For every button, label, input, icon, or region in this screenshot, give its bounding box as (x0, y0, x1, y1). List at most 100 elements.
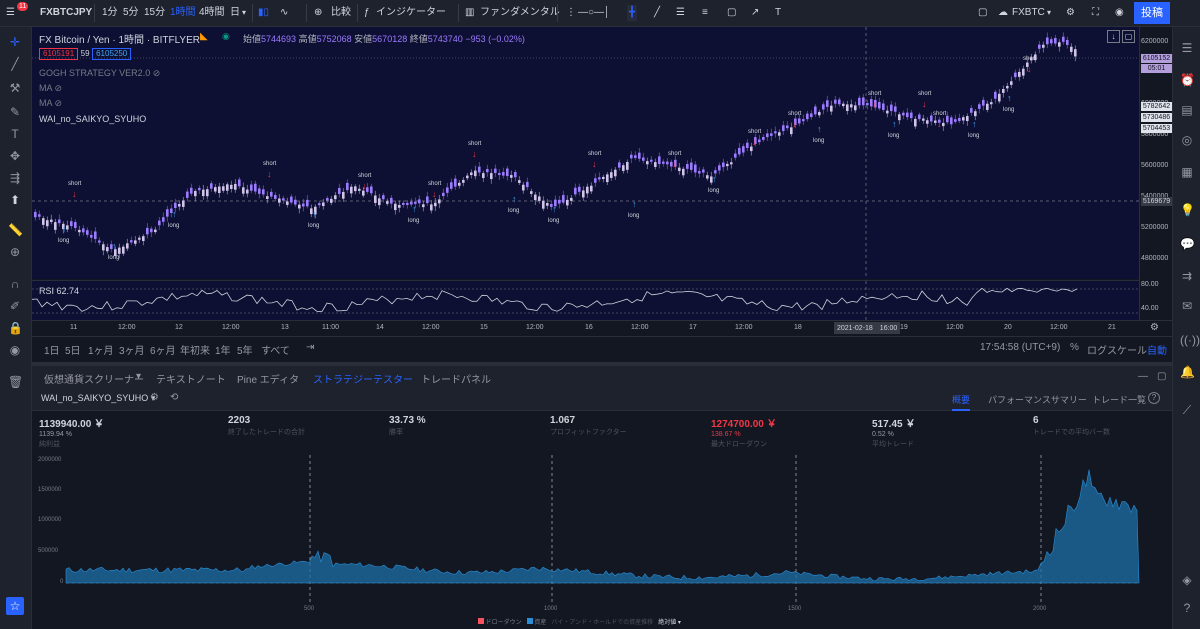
range-1y[interactable]: 1年 (215, 342, 231, 357)
interval-1m[interactable]: 1分 (102, 5, 118, 21)
equity-chart[interactable]: 2000000 1500000 1000000 500000 0 500 100… (32, 455, 1172, 629)
flag-icon[interactable]: ◣ (200, 31, 208, 42)
maximize-icon[interactable]: ▢ (1157, 371, 1166, 382)
compare-button[interactable]: 比較 (331, 5, 351, 21)
maximize-icon[interactable]: ▢ (1122, 30, 1135, 43)
indicator-gogh[interactable]: GOGH STRATEGY VER2.0 ⊘ (39, 68, 160, 79)
strategy-select[interactable]: WAI_no_SAIKYO_SYUHO ▾ (41, 393, 155, 404)
alerts-icon[interactable]: ⏰ (1180, 73, 1195, 87)
drag-handle-icon[interactable]: ⋮ (566, 5, 576, 21)
compare-plus-icon[interactable]: ⊕ (314, 5, 322, 21)
rsi-legend[interactable]: RSI 62.74 (39, 286, 79, 296)
range-ytd[interactable]: 年初来 (180, 342, 210, 357)
hotlist-icon[interactable]: ◎ (1180, 133, 1194, 147)
trend-icon[interactable]: ⟋ (1180, 403, 1194, 417)
lock-drawings-icon[interactable]: ✐ (8, 299, 22, 313)
tab-strategy-tester[interactable]: ストラテジーテスター (313, 371, 413, 386)
data-window-icon[interactable]: ▤ (1180, 103, 1194, 117)
indicator-ma-2[interactable]: MA ⊘ (39, 98, 62, 109)
bell-icon[interactable]: 🔔 (1180, 365, 1195, 379)
magnet-icon[interactable]: ∩ (8, 277, 22, 291)
lock-icon[interactable]: 🔒 (8, 321, 23, 335)
hidden-eye-icon[interactable]: ⊘ (153, 68, 161, 78)
prediction-icon[interactable]: ⇶ (8, 171, 22, 185)
zoom-icon[interactable]: ⊕ (8, 245, 22, 259)
interval-5m[interactable]: 5分 (123, 5, 139, 21)
interval-4h[interactable]: 4時間 (199, 5, 225, 21)
fundamentals-button[interactable]: ファンダメンタル (480, 5, 560, 21)
text-icon[interactable]: T (8, 127, 22, 141)
parallel-channel-icon[interactable]: ☰ (676, 5, 685, 21)
arrow-up-icon[interactable]: ⬆ (8, 193, 22, 207)
range-1m[interactable]: 1ヶ月 (88, 342, 114, 357)
gear-icon[interactable]: ⚙ (1150, 322, 1159, 333)
tab-trading-panel[interactable]: トレードパネル (421, 371, 491, 386)
tab-pine-editor[interactable]: Pine エディタ (237, 371, 299, 386)
menu-icon[interactable]: ☰ (6, 5, 15, 21)
star-icon[interactable]: ☆ (6, 597, 24, 615)
minimize-icon[interactable]: — (1138, 371, 1148, 382)
time-axis[interactable]: 11 12:00 12 12:00 13 11:00 14 12:00 15 1… (32, 320, 1172, 336)
range-5y[interactable]: 5年 (237, 342, 253, 357)
calendar-icon[interactable]: ▦ (1180, 165, 1194, 179)
gear-icon[interactable]: ⚙ (150, 392, 159, 403)
trend-line-icon[interactable]: ╱ (654, 5, 660, 21)
publish-button[interactable]: 投稿 (1134, 2, 1170, 24)
vertical-line-icon[interactable]: │ (604, 5, 610, 21)
streams-icon[interactable]: ⇉ (1180, 269, 1194, 283)
view-trades[interactable]: トレード一覧 (1092, 393, 1146, 406)
equity-swatch[interactable] (526, 618, 533, 624)
cloud-icon[interactable]: ☁ (998, 5, 1008, 21)
fib-icon[interactable]: ≡ (702, 5, 708, 21)
mode-select[interactable]: 絶対値 ▾ (658, 620, 681, 626)
chevron-down-icon[interactable]: ▾ (242, 5, 246, 21)
crosshair-icon[interactable]: ✛ (8, 35, 22, 49)
auto-scale-toggle[interactable]: 自動 (1147, 342, 1167, 357)
candles-icon[interactable]: ▮▯ (258, 5, 269, 21)
interval-1h[interactable]: 1時間 (170, 5, 196, 21)
view-performance[interactable]: パフォーマンスサマリー (988, 393, 1087, 406)
interval-15m[interactable]: 15分 (144, 5, 165, 21)
tab-screener[interactable]: 仮想通貨スクリーナー (44, 371, 144, 386)
pattern-icon[interactable]: ✥ (8, 149, 22, 163)
chart-title[interactable]: FX Bitcoin / Yen · 1時間 · BITFLYER (39, 31, 200, 46)
sell-button[interactable]: 6105191 (39, 48, 79, 60)
view-overview[interactable]: 概要 (952, 393, 971, 411)
text-tool-icon[interactable]: T (775, 5, 781, 21)
hidden-eye-icon[interactable]: ⊘ (55, 98, 63, 108)
trash-icon[interactable]: 🗑 (8, 375, 23, 389)
percent-toggle[interactable]: % (1070, 342, 1079, 353)
fork-icon[interactable]: ⚒ (8, 81, 22, 95)
chevron-down-icon[interactable]: ▾ (1047, 5, 1051, 21)
refresh-icon[interactable]: ⟲ (170, 392, 178, 403)
expand-icon[interactable]: ⛶ (1092, 5, 1099, 21)
log-scale-toggle[interactable]: ログスケール (1087, 342, 1147, 357)
arrow-icon[interactable]: ↗ (751, 5, 759, 21)
strategy-legend[interactable]: WAI_no_SAIKYO_SYUHO (39, 114, 146, 124)
tab-notes[interactable]: テキストノート (156, 371, 226, 386)
buy-button[interactable]: 6105250 (92, 48, 132, 60)
crosshair-icon[interactable]: ╋ (627, 5, 638, 21)
fullscreen-icon[interactable]: ▢ (978, 5, 987, 21)
line-chart-icon[interactable]: ∿ (280, 5, 288, 21)
rsi-pane[interactable]: RSI 62.74 (32, 280, 1139, 321)
eye-icon[interactable]: ◉ (8, 343, 22, 357)
hidden-eye-icon[interactable]: ⊘ (55, 83, 63, 93)
messages-icon[interactable]: ✉ (1180, 299, 1194, 313)
legend-buy-hold[interactable]: バイ・アンド・ホールドでの資産推移 (551, 620, 653, 626)
price-axis[interactable]: 6200000 6000000 5800000 5600000 5400000 … (1139, 27, 1173, 320)
broadcast-icon[interactable]: ((·)) (1180, 333, 1200, 347)
horizontal-line-icon[interactable]: —○— (578, 5, 604, 21)
ruler-icon[interactable]: 📏 (8, 223, 23, 237)
fundamentals-icon[interactable]: ▥ (465, 5, 474, 21)
range-5d[interactable]: 5日 (65, 342, 81, 357)
watchlist-icon[interactable]: ☰ (1180, 41, 1194, 55)
range-3m[interactable]: 3ヶ月 (119, 342, 145, 357)
indicators-icon[interactable]: ƒ (364, 5, 370, 21)
brush-icon[interactable]: ✎ (8, 105, 22, 119)
chat-icon[interactable]: 💬 (1180, 237, 1195, 251)
gear-icon[interactable]: ⚙ (1066, 5, 1075, 21)
indicator-ma-1[interactable]: MA ⊘ (39, 83, 62, 94)
range-6m[interactable]: 6ヶ月 (150, 342, 176, 357)
trend-line-icon[interactable]: ╱ (8, 57, 22, 71)
